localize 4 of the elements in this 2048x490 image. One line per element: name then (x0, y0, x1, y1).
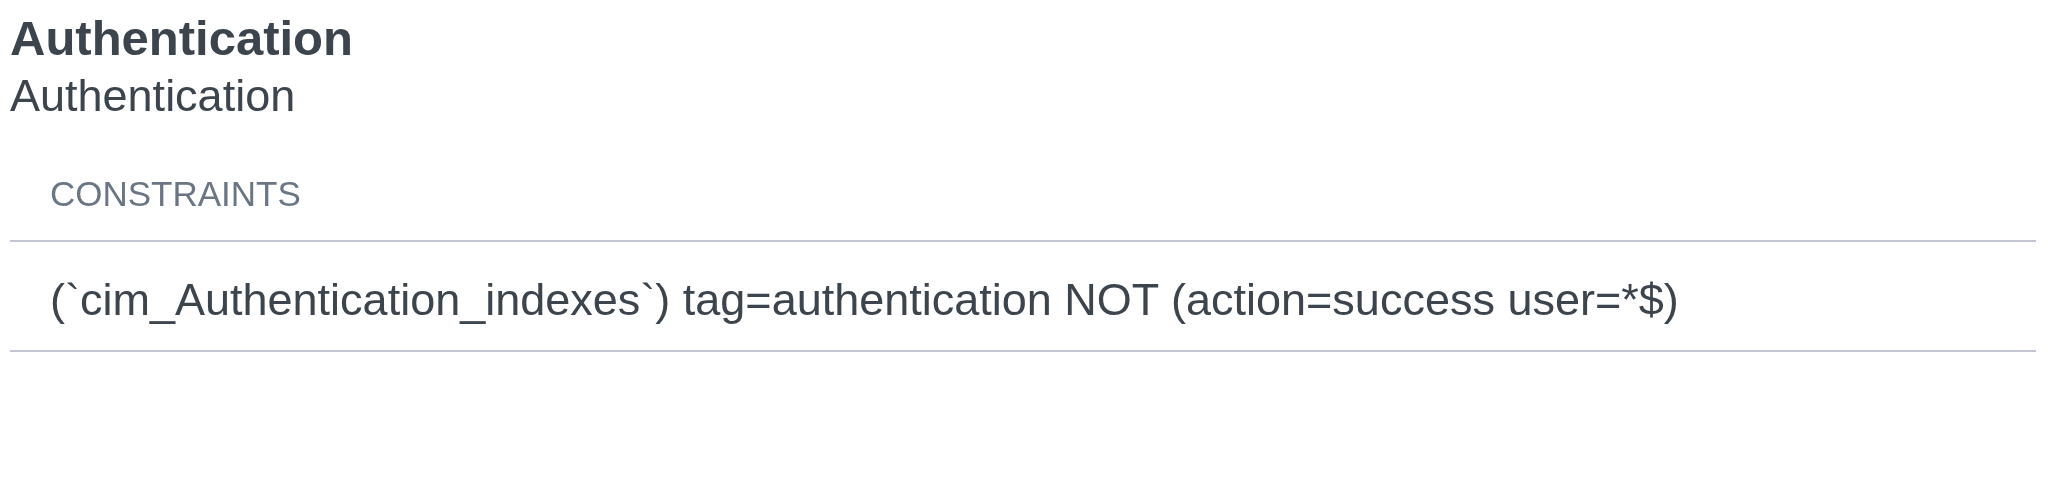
page-title: Authentication (10, 10, 354, 67)
column-header: CONSTRAINTS (10, 174, 2036, 241)
table-cell: (`cim_Authentication_indexes`) tag=authentication NOT (action=success user=*$) (10, 241, 2036, 351)
page-subtitle: Authentication (10, 69, 297, 123)
